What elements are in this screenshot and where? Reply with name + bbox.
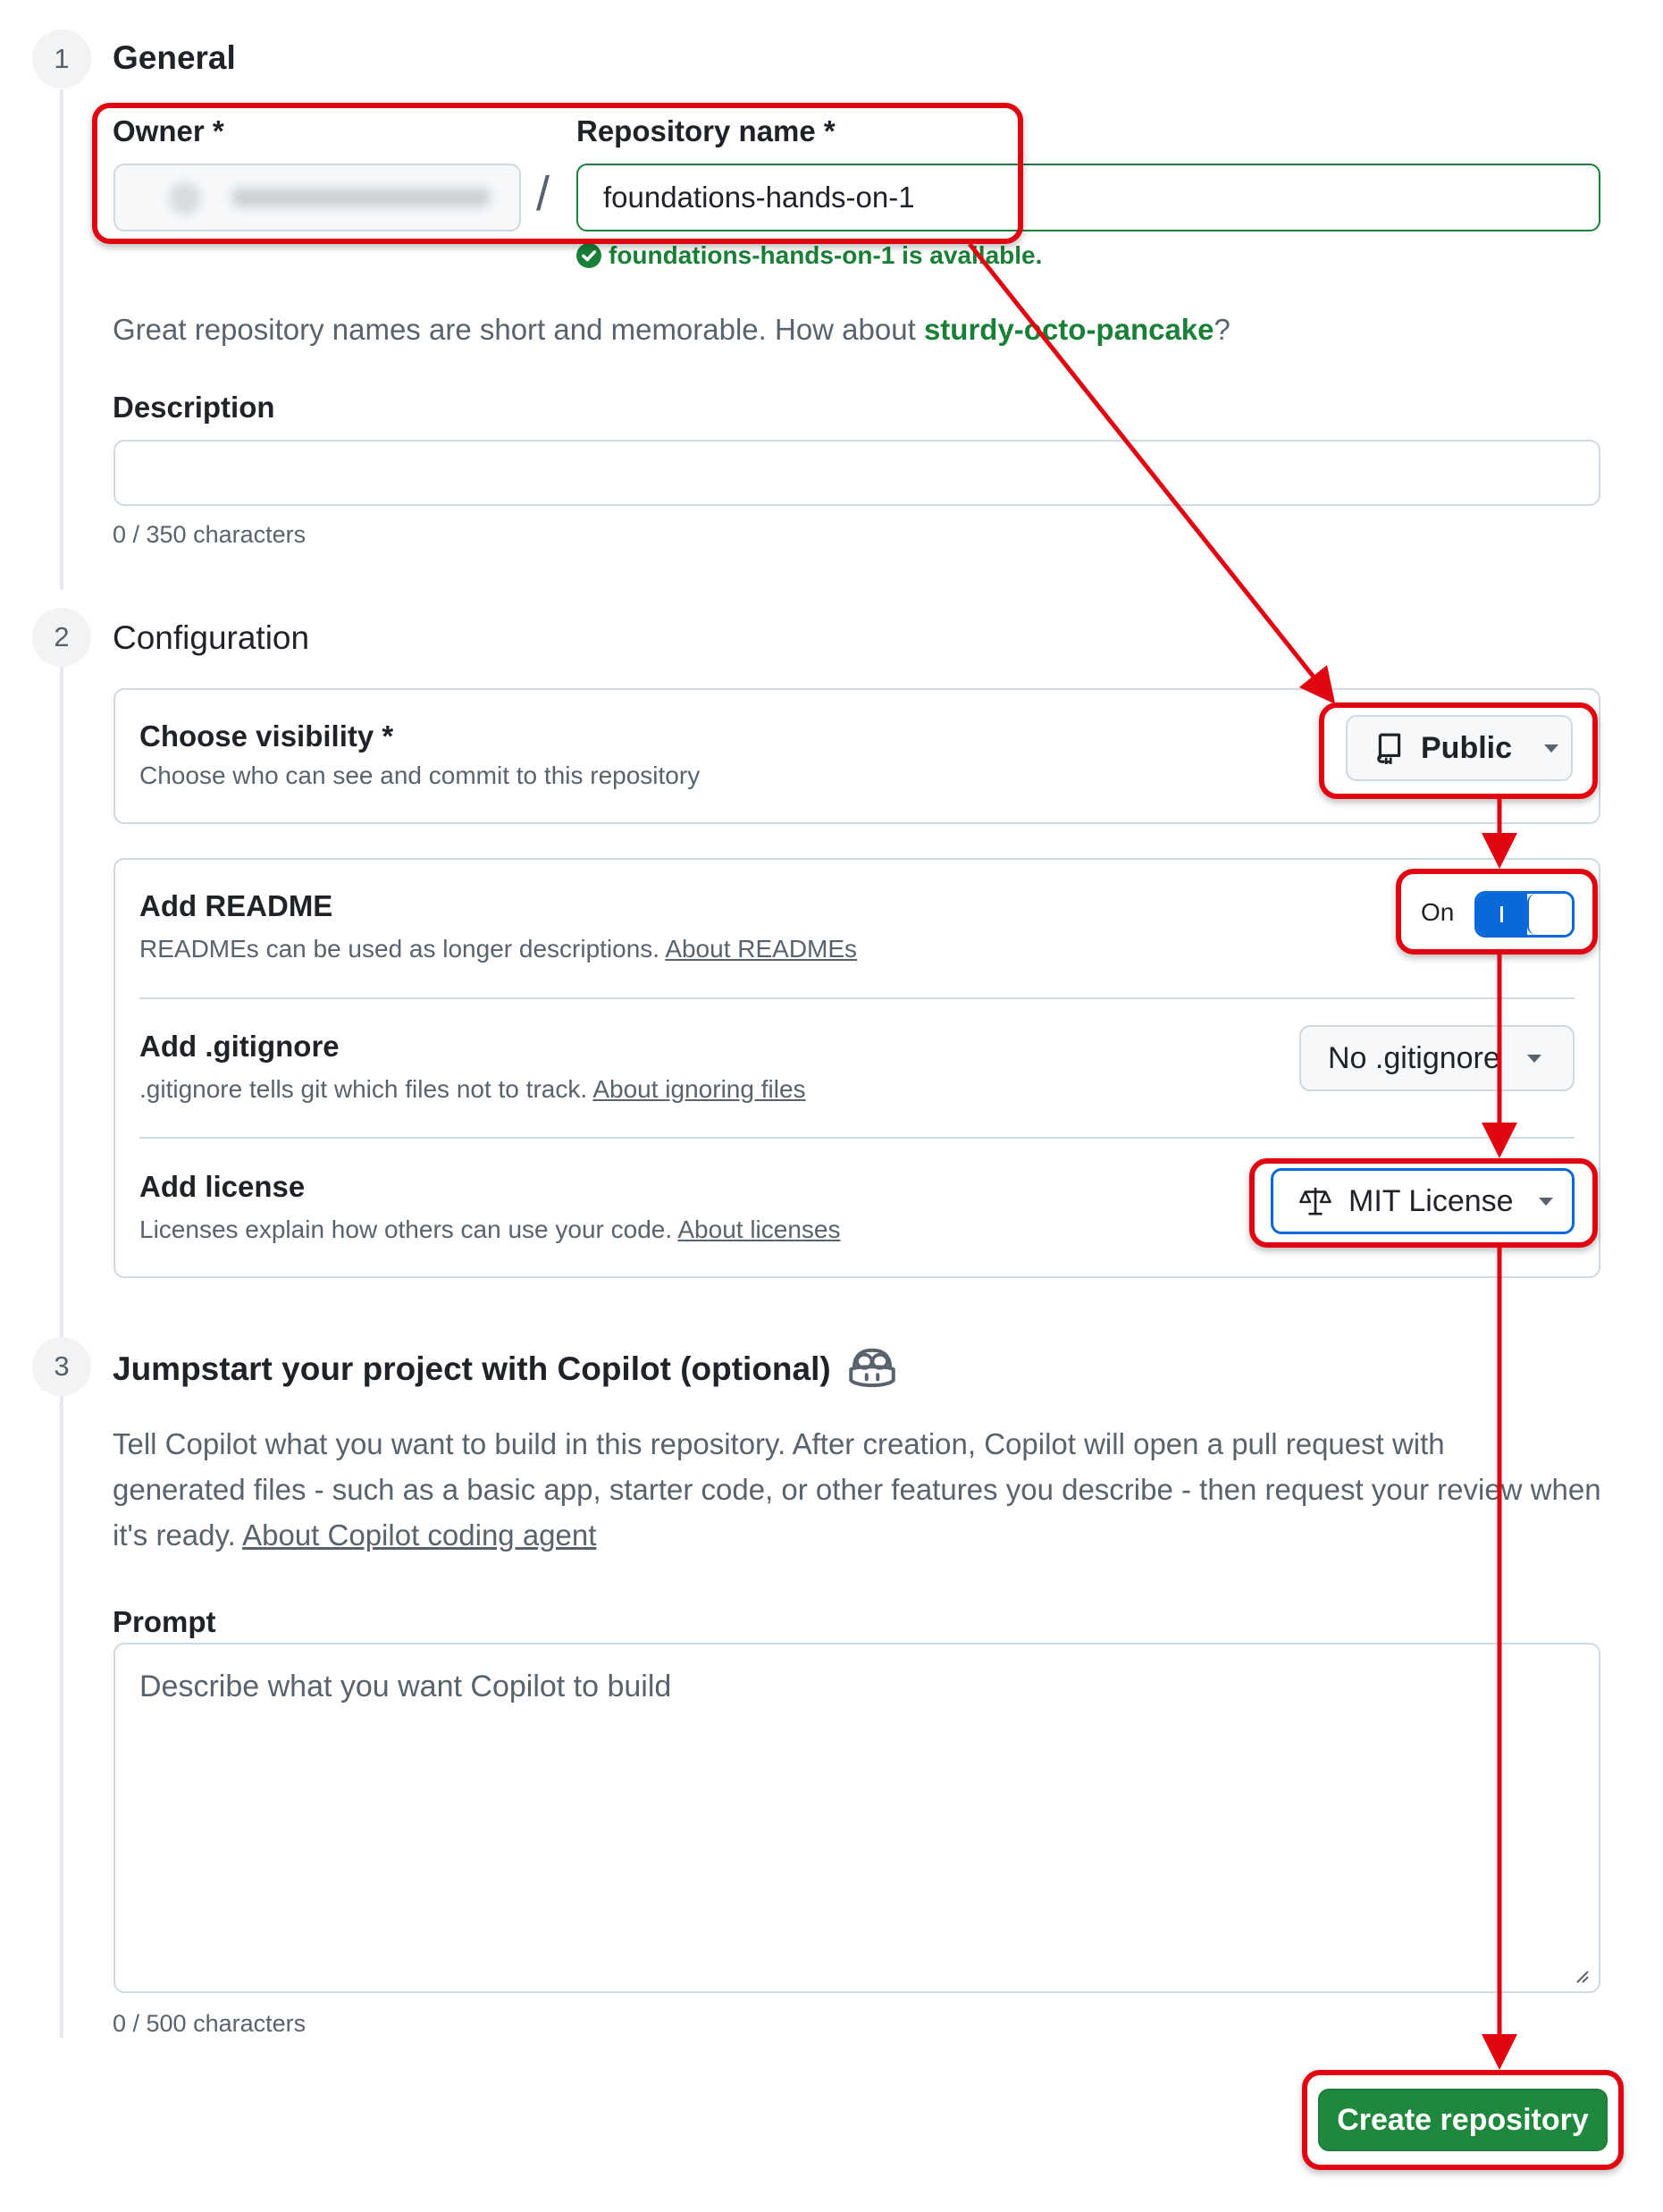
copilot-title-text: Jumpstart your project with Copilot (opt… (113, 1350, 831, 1387)
copilot-intro-line-2: generated files - such as a basic app, s… (113, 1473, 1601, 1506)
prompt-placeholder: Describe what you want Copilot to build (139, 1670, 672, 1703)
prompt-counter: 0 / 500 characters (113, 2010, 307, 2037)
step-number-2: 2 (32, 608, 91, 667)
toggle-on-indicator (1500, 906, 1503, 922)
owner-select[interactable] (113, 164, 521, 231)
gitignore-value: No .gitignore (1328, 1040, 1500, 1075)
repository-name-input[interactable]: foundations-hands-on-1 (576, 164, 1600, 231)
about-licenses-link[interactable]: About licenses (677, 1215, 840, 1243)
caret-down-icon (1544, 744, 1559, 753)
repo-icon (1377, 733, 1401, 764)
gitignore-desc-text: .gitignore tells git which files not to … (139, 1075, 588, 1103)
license-desc-text: Licenses explain how others can use your… (139, 1215, 673, 1243)
gitignore-title: Add .gitignore (139, 1030, 340, 1063)
copilot-intro-line-1: Tell Copilot what you want to build in t… (113, 1427, 1445, 1460)
description-label: Description (113, 391, 275, 424)
step-number-3: 3 (32, 1337, 91, 1396)
section-title-configuration: Configuration (113, 619, 310, 656)
availability-text: foundations-hands-on-1 is available. (609, 241, 1043, 269)
divider (139, 1137, 1575, 1139)
visibility-value: Public (1421, 730, 1513, 765)
license-dropdown[interactable]: MIT License (1271, 1168, 1575, 1234)
license-value: MIT License (1348, 1183, 1514, 1218)
path-separator: / (536, 167, 550, 221)
name-suggestion: Great repository names are short and mem… (113, 313, 1230, 347)
step-line-3 (60, 1394, 63, 2038)
suggested-name-link[interactable]: sturdy-octo-pancake (924, 313, 1214, 346)
law-icon (1299, 1187, 1331, 1215)
about-copilot-agent-link[interactable]: About Copilot coding agent (242, 1518, 596, 1552)
copilot-intro-line-3: it's ready. About Copilot coding agent (113, 1512, 1601, 1558)
availability-message: foundations-hands-on-1 is available. (576, 241, 1042, 270)
caret-down-icon (1526, 1054, 1541, 1063)
avatar (169, 182, 201, 214)
create-repository-button[interactable]: Create repository (1318, 2089, 1608, 2151)
check-circle-icon (576, 243, 601, 268)
prompt-label: Prompt (113, 1605, 216, 1638)
readme-description: READMEs can be used as longer descriptio… (139, 935, 857, 963)
about-readmes-link[interactable]: About READMEs (665, 935, 857, 963)
readme-toggle[interactable] (1474, 891, 1575, 938)
copilot-icon (848, 1348, 895, 1388)
suggestion-suffix: ? (1214, 313, 1230, 346)
license-description: Licenses explain how others can use your… (139, 1215, 840, 1244)
caret-down-icon (1538, 1197, 1553, 1206)
visibility-description: Choose who can see and commit to this re… (139, 761, 701, 789)
description-input[interactable] (113, 440, 1600, 506)
step-line-1 (60, 89, 63, 590)
section-title-copilot: Jumpstart your project with Copilot (opt… (113, 1347, 899, 1392)
visibility-title: Choose visibility * (139, 719, 394, 753)
readme-toggle-label: On (1421, 898, 1455, 926)
step-number-1: 1 (32, 29, 91, 88)
copilot-intro: Tell Copilot what you want to build in t… (113, 1421, 1601, 1558)
readme-desc-text: READMEs can be used as longer descriptio… (139, 935, 660, 963)
readme-title: Add README (139, 889, 333, 922)
visibility-dropdown[interactable]: Public (1346, 715, 1573, 781)
toggle-knob (1527, 894, 1572, 935)
resize-handle-icon[interactable] (1572, 1966, 1590, 1984)
step-line-2 (60, 643, 63, 1350)
owner-label: Owner * (113, 114, 224, 147)
about-ignoring-files-link[interactable]: About ignoring files (592, 1075, 805, 1103)
owner-name-redacted (231, 189, 491, 206)
copilot-intro-line-3-text: it's ready. (113, 1518, 236, 1552)
gitignore-description: .gitignore tells git which files not to … (139, 1075, 806, 1104)
gitignore-dropdown[interactable]: No .gitignore (1299, 1025, 1575, 1091)
description-counter: 0 / 350 characters (113, 521, 307, 548)
repo-name-label: Repository name * (576, 114, 836, 147)
license-title: Add license (139, 1170, 306, 1203)
suggestion-prefix: Great repository names are short and mem… (113, 313, 924, 346)
section-title-general: General (113, 39, 236, 76)
divider (139, 997, 1575, 999)
repository-name-value: foundations-hands-on-1 (603, 181, 915, 214)
